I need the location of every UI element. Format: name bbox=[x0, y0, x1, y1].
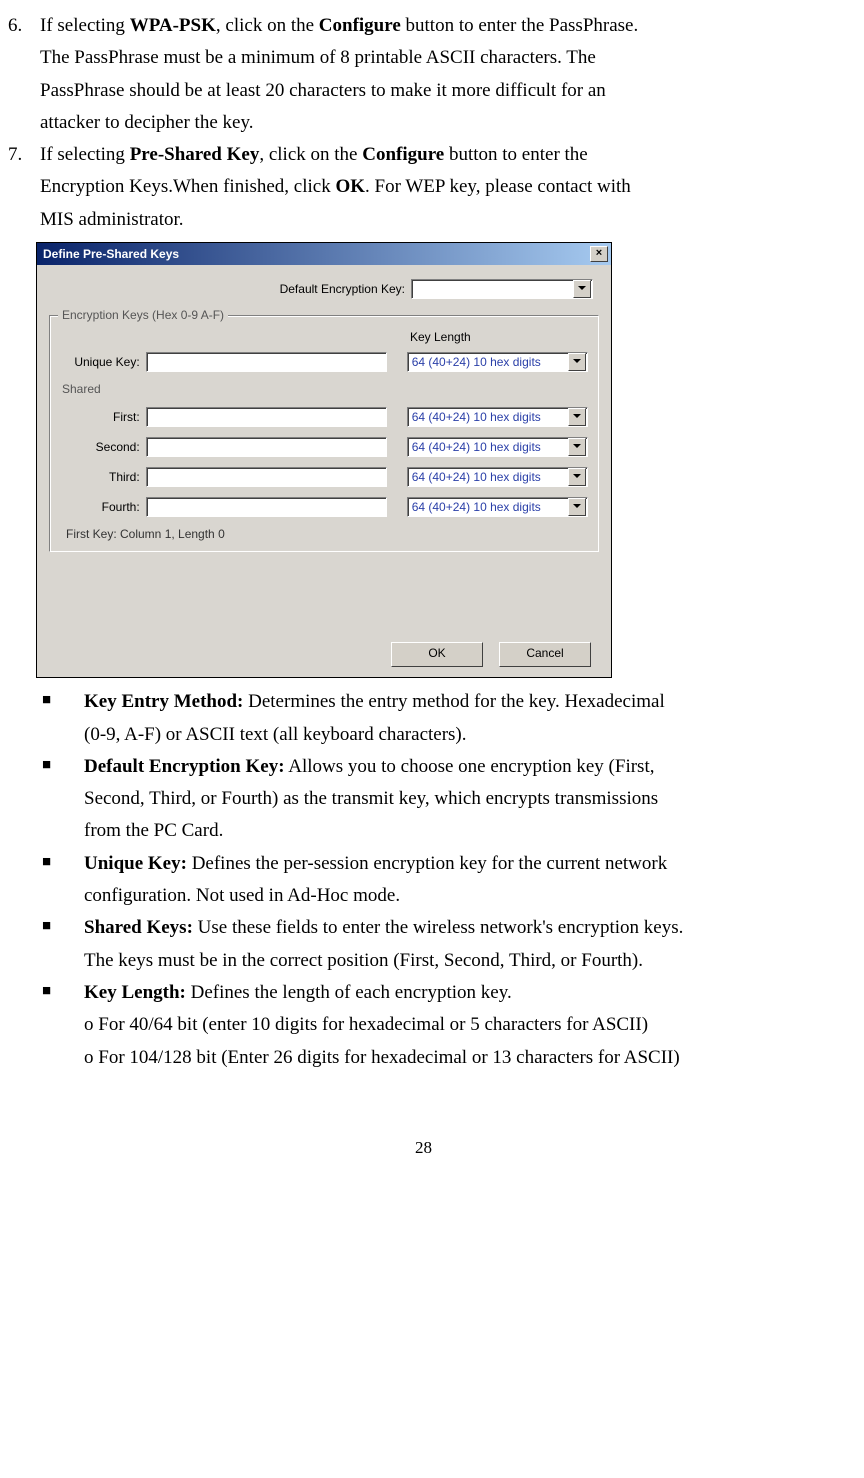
first-key-length-combo[interactable]: 64 (40+24) 10 hex digits bbox=[407, 407, 588, 427]
bullet-title: Key Entry Method: bbox=[84, 691, 243, 712]
key-length-header: Key Length bbox=[410, 330, 471, 344]
text: from the PC Card. bbox=[84, 815, 839, 847]
square-bullet-icon bbox=[36, 686, 84, 751]
text: . For WEP key, please contact with bbox=[365, 176, 631, 197]
second-key-label: Second: bbox=[60, 440, 146, 454]
text: attacker to decipher the key. bbox=[40, 107, 839, 139]
numbered-item-7: 7. If selecting Pre-Shared Key, click on… bbox=[8, 139, 839, 236]
second-key-input[interactable] bbox=[146, 437, 387, 457]
text: , click on the bbox=[216, 15, 319, 36]
text: Allows you to choose one encryption key … bbox=[285, 756, 655, 777]
third-key-length-combo[interactable]: 64 (40+24) 10 hex digits bbox=[407, 467, 588, 487]
chevron-down-icon[interactable] bbox=[568, 438, 586, 456]
square-bullet-icon bbox=[36, 751, 84, 848]
text: If selecting bbox=[40, 144, 130, 165]
shared-label: Shared bbox=[62, 382, 588, 396]
text: Second, Third, or Fourth) as the transmi… bbox=[84, 783, 839, 815]
chevron-down-icon[interactable] bbox=[568, 353, 586, 371]
bullet-list: Key Entry Method: Determines the entry m… bbox=[36, 686, 839, 1074]
third-key-input[interactable] bbox=[146, 467, 387, 487]
chevron-down-icon[interactable] bbox=[573, 280, 591, 298]
first-key-input[interactable] bbox=[146, 407, 387, 427]
text-bold: Pre-Shared Key bbox=[130, 144, 260, 165]
chevron-down-icon[interactable] bbox=[568, 498, 586, 516]
text: Defines the length of each encryption ke… bbox=[186, 982, 512, 1003]
text-bold: Configure bbox=[362, 144, 444, 165]
third-key-label: Third: bbox=[60, 470, 146, 484]
text: Defines the per-session encryption key f… bbox=[187, 853, 667, 874]
text: button to enter the PassPhrase. bbox=[401, 15, 638, 36]
text: The keys must be in the correct position… bbox=[84, 945, 839, 977]
dialog-title: Define Pre-Shared Keys bbox=[43, 247, 179, 261]
bullet-item: Key Entry Method: Determines the entry m… bbox=[36, 686, 839, 751]
text-bold: Configure bbox=[319, 15, 401, 36]
text: Encryption Keys.When finished, click bbox=[40, 176, 335, 197]
cancel-button[interactable]: Cancel bbox=[499, 642, 591, 667]
ok-button[interactable]: OK bbox=[391, 642, 483, 667]
text: (0-9, A-F) or ASCII text (all keyboard c… bbox=[84, 719, 839, 751]
combo-value: 64 (40+24) 10 hex digits bbox=[408, 500, 567, 514]
fourth-key-input[interactable] bbox=[146, 497, 387, 517]
default-encryption-key-combo[interactable] bbox=[411, 279, 593, 299]
chevron-down-icon[interactable] bbox=[568, 468, 586, 486]
item-body: If selecting Pre-Shared Key, click on th… bbox=[40, 139, 839, 236]
bullet-title: Key Length: bbox=[84, 982, 186, 1003]
combo-value: 64 (40+24) 10 hex digits bbox=[408, 355, 567, 369]
text-bold: OK bbox=[335, 176, 365, 197]
fourth-key-length-combo[interactable]: 64 (40+24) 10 hex digits bbox=[407, 497, 588, 517]
text: , click on the bbox=[259, 144, 362, 165]
encryption-keys-group: Encryption Keys (Hex 0-9 A-F) Key Length… bbox=[49, 315, 599, 552]
define-preshared-keys-dialog: Define Pre-Shared Keys × Default Encrypt… bbox=[36, 242, 612, 678]
sub-item: o For 40/64 bit (enter 10 digits for hex… bbox=[84, 1009, 839, 1041]
bullet-title: Default Encryption Key: bbox=[84, 756, 285, 777]
text: button to enter the bbox=[444, 144, 588, 165]
bullet-title: Shared Keys: bbox=[84, 917, 193, 938]
text: The PassPhrase must be a minimum of 8 pr… bbox=[40, 42, 839, 74]
chevron-down-icon[interactable] bbox=[568, 408, 586, 426]
second-key-length-combo[interactable]: 64 (40+24) 10 hex digits bbox=[407, 437, 588, 457]
text: MIS administrator. bbox=[40, 204, 839, 236]
text: configuration. Not used in Ad-Hoc mode. bbox=[84, 880, 839, 912]
dialog-titlebar: Define Pre-Shared Keys × bbox=[37, 243, 611, 265]
combo-value: 64 (40+24) 10 hex digits bbox=[408, 410, 567, 424]
square-bullet-icon bbox=[36, 848, 84, 913]
close-icon[interactable]: × bbox=[590, 246, 608, 262]
bullet-item: Default Encryption Key: Allows you to ch… bbox=[36, 751, 839, 848]
text: Use these fields to enter the wireless n… bbox=[193, 917, 683, 938]
text-bold: WPA-PSK bbox=[130, 15, 216, 36]
unique-key-label: Unique Key: bbox=[60, 355, 146, 369]
bullet-title: Unique Key: bbox=[84, 853, 187, 874]
item-number: 7. bbox=[8, 139, 40, 236]
square-bullet-icon bbox=[36, 912, 84, 977]
square-bullet-icon bbox=[36, 977, 84, 1074]
group-legend: Encryption Keys (Hex 0-9 A-F) bbox=[58, 308, 228, 322]
combo-value: 64 (40+24) 10 hex digits bbox=[408, 470, 567, 484]
text: If selecting bbox=[40, 15, 130, 36]
unique-key-length-combo[interactable]: 64 (40+24) 10 hex digits bbox=[407, 352, 588, 372]
text: Determines the entry method for the key.… bbox=[243, 691, 664, 712]
first-key-label: First: bbox=[60, 410, 146, 424]
page-number: 28 bbox=[8, 1134, 839, 1163]
item-number: 6. bbox=[8, 10, 40, 139]
text: PassPhrase should be at least 20 charact… bbox=[40, 75, 839, 107]
bullet-item: Unique Key: Defines the per-session encr… bbox=[36, 848, 839, 913]
sub-item: o For 104/128 bit (Enter 26 digits for h… bbox=[84, 1042, 839, 1074]
bullet-item: Key Length: Defines the length of each e… bbox=[36, 977, 839, 1074]
default-encryption-key-label: Default Encryption Key: bbox=[49, 282, 411, 296]
item-body: If selecting WPA-PSK, click on the Confi… bbox=[40, 10, 839, 139]
unique-key-input[interactable] bbox=[146, 352, 387, 372]
fourth-key-label: Fourth: bbox=[60, 500, 146, 514]
combo-value: 64 (40+24) 10 hex digits bbox=[408, 440, 567, 454]
key-status-text: First Key: Column 1, Length 0 bbox=[66, 527, 588, 541]
numbered-item-6: 6. If selecting WPA-PSK, click on the Co… bbox=[8, 10, 839, 139]
bullet-item: Shared Keys: Use these fields to enter t… bbox=[36, 912, 839, 977]
